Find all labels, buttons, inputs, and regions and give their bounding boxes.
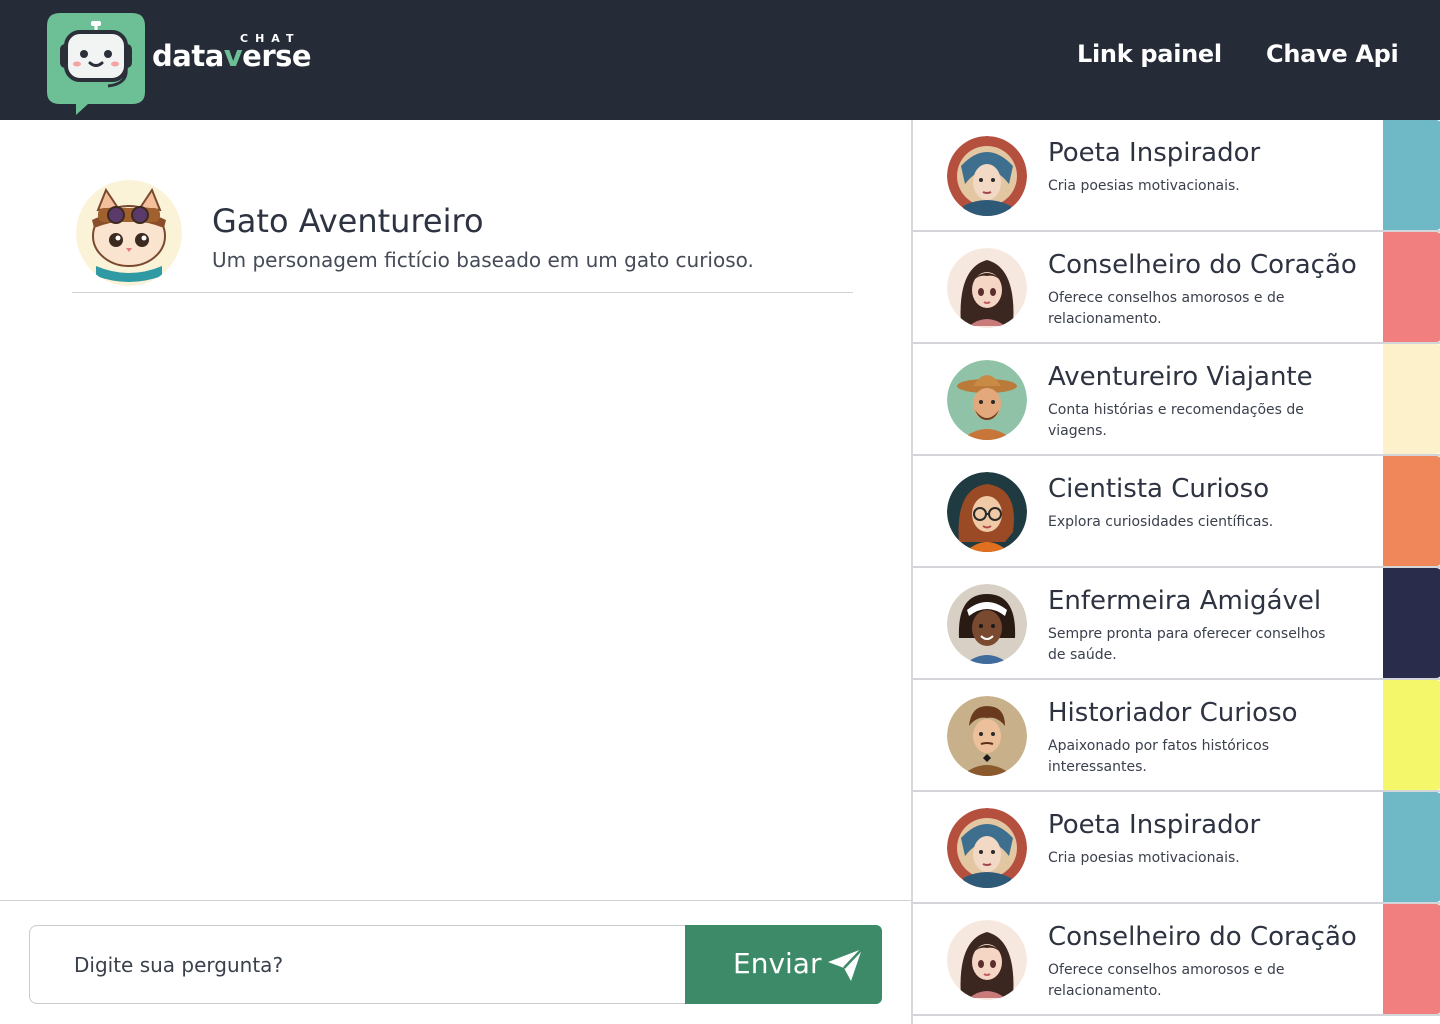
nav-link-painel[interactable]: Link painel <box>1077 40 1222 76</box>
card-color-stripe <box>1383 120 1440 230</box>
card-color-stripe <box>1383 344 1440 454</box>
card-title: Enfermeira Amigável <box>1048 586 1322 616</box>
card-color-stripe <box>1383 568 1440 678</box>
nurse-avatar <box>947 584 1027 664</box>
logo-word-erse: erse <box>242 39 312 73</box>
question-input-wrapper <box>29 925 685 1004</box>
card-title: Conselheiro do Coração <box>1048 922 1357 952</box>
card-description: Cria poesias motivacionais. <box>1048 850 1240 866</box>
poet-avatar <box>947 808 1027 888</box>
active-persona-header: Gato Aventureiro Um personagem fictício … <box>72 180 853 293</box>
historian-avatar <box>947 696 1027 776</box>
card-description: Oferece conselhos amorosos e de relacion… <box>1048 290 1285 327</box>
paper-plane-icon <box>828 948 863 981</box>
top-header: CHAT dataverse Link painel Chave Api <box>0 0 1440 120</box>
persona-card-enfermeira-amigavel[interactable]: Enfermeira Amigável Sempre pronta para o… <box>913 568 1440 680</box>
card-title: Aventureiro Viajante <box>1048 362 1313 392</box>
send-button[interactable]: Enviar <box>685 925 882 1004</box>
counselor-avatar <box>947 248 1027 328</box>
question-input[interactable] <box>30 926 685 1003</box>
logo-word-v: v <box>223 39 243 73</box>
persona-card-aventureiro-viajante[interactable]: Aventureiro Viajante Conta histórias e r… <box>913 344 1440 456</box>
traveler-avatar <box>947 360 1027 440</box>
card-title: Poeta Inspirador <box>1048 138 1261 168</box>
persona-card-cientista-curioso[interactable]: Cientista Curioso Explora curiosidades c… <box>913 456 1440 568</box>
robot-chat-icon <box>47 13 145 115</box>
chat-area: Gato Aventureiro Um personagem fictício … <box>0 120 911 900</box>
persona-card-historiador-curioso[interactable]: Historiador Curioso Apaixonado por fatos… <box>913 680 1440 792</box>
adventurer-cat-avatar <box>76 180 182 286</box>
counselor-avatar <box>947 920 1027 1000</box>
card-color-stripe <box>1383 904 1440 1014</box>
card-description: Oferece conselhos amorosos e de relacion… <box>1048 962 1285 999</box>
message-input-bar: Enviar <box>0 900 911 1024</box>
send-label: Enviar <box>733 947 822 980</box>
persona-name: Gato Aventureiro <box>212 202 484 240</box>
logo-word-data: data <box>152 39 224 73</box>
card-title: Historiador Curioso <box>1048 698 1298 728</box>
scientist-avatar <box>947 472 1027 552</box>
poet-avatar <box>947 136 1027 216</box>
card-description: Conta histórias e recomendações de viage… <box>1048 402 1304 439</box>
persona-card-poeta-inspirador[interactable]: Poeta Inspirador Cria poesias motivacion… <box>913 792 1440 904</box>
card-title: Conselheiro do Coração <box>1048 250 1357 280</box>
nav-chave-api[interactable]: Chave Api <box>1266 40 1399 76</box>
card-description: Sempre pronta para oferecer conselhos de… <box>1048 626 1326 663</box>
persona-card-conselheiro-coracao[interactable]: Conselheiro do Coração Oferece conselhos… <box>913 232 1440 344</box>
card-color-stripe <box>1383 232 1440 342</box>
persona-sidebar: Poeta Inspirador Cria poesias motivacion… <box>911 120 1440 1024</box>
card-color-stripe <box>1383 792 1440 902</box>
card-color-stripe <box>1383 680 1440 790</box>
card-title: Poeta Inspirador <box>1048 810 1261 840</box>
card-color-stripe <box>1383 456 1440 566</box>
card-description: Explora curiosidades científicas. <box>1048 514 1274 530</box>
card-description: Cria poesias motivacionais. <box>1048 178 1240 194</box>
card-description: Apaixonado por fatos históricos interess… <box>1048 738 1269 775</box>
persona-description: Um personagem fictício baseado em um gat… <box>212 248 754 272</box>
persona-card-poeta-inspirador[interactable]: Poeta Inspirador Cria poesias motivacion… <box>913 120 1440 232</box>
persona-card-conselheiro-coracao[interactable]: Conselheiro do Coração Oferece conselhos… <box>913 904 1440 1016</box>
logo-wordmark: dataverse <box>152 39 312 73</box>
card-title: Cientista Curioso <box>1048 474 1270 504</box>
